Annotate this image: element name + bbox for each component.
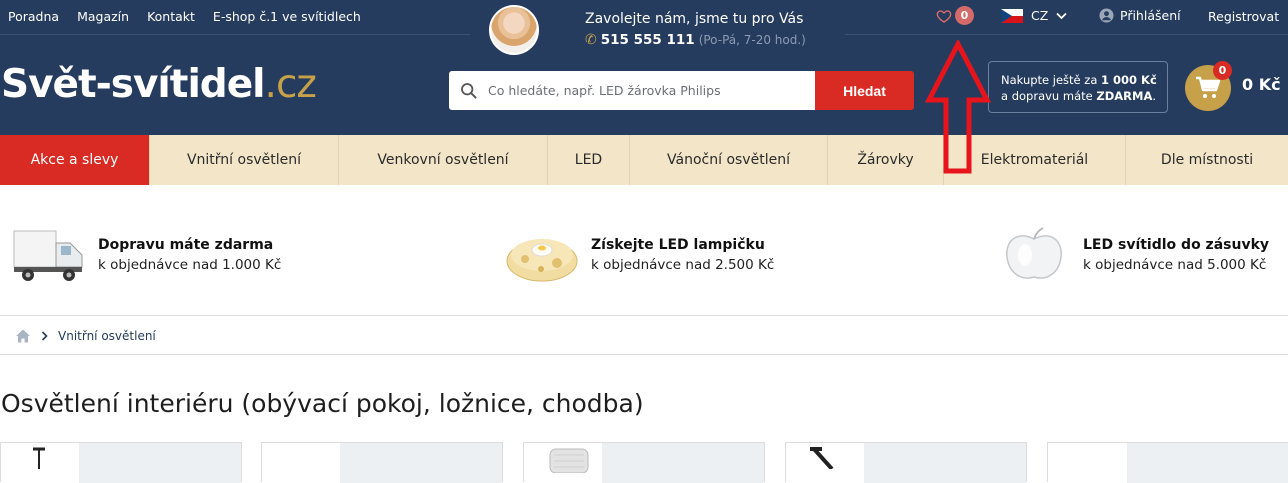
product-card[interactable] (523, 442, 765, 483)
search-input[interactable] (488, 83, 808, 98)
nav-item-vanocni[interactable]: Vánoční osvětlení (630, 135, 828, 185)
search-button[interactable]: Hledat (815, 71, 914, 110)
heart-icon[interactable] (936, 8, 952, 24)
phone-hours: (Po-Pá, 7-20 hod.) (698, 33, 806, 47)
contact-title: Zavolejte nám, jsme tu pro Vás (585, 11, 804, 27)
divider (0, 34, 470, 35)
contact-phone[interactable]: ✆ 515 555 111 (Po-Pá, 7-20 hod.) (585, 32, 806, 48)
benefit-title: Získejte LED lampičku (591, 237, 765, 253)
divider (845, 34, 1288, 35)
cart-count-badge: 0 (1213, 61, 1232, 80)
divider (0, 354, 1288, 355)
product-card[interactable] (261, 442, 503, 483)
support-avatar (489, 5, 539, 55)
search-icon (461, 82, 477, 99)
nav-item-led[interactable]: LED (548, 135, 630, 185)
top-link-kontakt[interactable]: Kontakt (147, 9, 195, 24)
freeship-text: . (1152, 89, 1156, 103)
chevron-right-icon (41, 331, 48, 341)
register-link[interactable]: Registrovat (1208, 9, 1279, 24)
top-link-eshop[interactable]: E-shop č.1 ve svítidlech (213, 9, 361, 24)
chevron-down-icon (1056, 12, 1067, 19)
nav-item-akce[interactable]: Akce a slevy (0, 135, 150, 185)
login-label: Přihlášení (1120, 8, 1181, 23)
product-image (810, 447, 834, 469)
red-arrow-annotation (924, 40, 992, 174)
product-image (864, 443, 1026, 483)
nav-item-venkovni[interactable]: Venkovní osvětlení (339, 135, 548, 185)
page-title: Osvětlení interiéru (obývací pokoj, ložn… (1, 389, 644, 418)
divider (0, 315, 1288, 316)
apple-lamp-icon (1006, 227, 1062, 279)
freeship-text: a dopravu máte (1001, 89, 1097, 103)
freeship-text: Nakupte ještě za (1001, 73, 1102, 87)
language-selector[interactable]: CZ (1001, 8, 1067, 23)
phone-icon: ✆ (585, 32, 597, 48)
freeship-amount: 1 000 Kč (1101, 73, 1157, 87)
home-icon[interactable] (15, 328, 31, 344)
product-image (549, 448, 589, 473)
product-card[interactable] (1047, 442, 1288, 483)
led-lamp-icon (506, 239, 578, 282)
benefit-free-shipping: Dopravu máte zdarma k objednávce nad 1.0… (12, 225, 281, 285)
user-icon (1099, 8, 1114, 23)
cart-icon (1196, 76, 1221, 98)
site-logo[interactable]: Svět-svítidel.cz (1, 62, 317, 107)
phone-number[interactable]: 515 555 111 (601, 32, 695, 48)
freeship-free: ZDARMA (1096, 89, 1153, 103)
free-shipping-info: Nakupte ještě za 1 000 Kč a dopravu máte… (988, 61, 1168, 113)
product-grid (0, 442, 1288, 483)
top-link-magazin[interactable]: Magazín (77, 9, 129, 24)
category-nav: Akce a slevy Vnitřní osvětlení Venkovní … (0, 135, 1288, 185)
logo-name: Svět-svítidel (1, 62, 266, 107)
top-links: Poradna Magazín Kontakt E-shop č.1 ve sv… (8, 9, 361, 24)
breadcrumb-current[interactable]: Vnitřní osvětlení (58, 329, 156, 343)
benefit-title: Dopravu máte zdarma (98, 237, 274, 253)
nav-item-vnitrni[interactable]: Vnitřní osvětlení (150, 135, 339, 185)
product-card[interactable] (785, 442, 1027, 483)
czech-flag-icon (1001, 8, 1023, 23)
breadcrumb: Vnitřní osvětlení (15, 328, 156, 344)
header: Poradna Magazín Kontakt E-shop č.1 ve sv… (0, 0, 1288, 135)
nav-item-dle-mistnosti[interactable]: Dle místnosti (1126, 135, 1288, 185)
product-image (1127, 443, 1288, 483)
language-code: CZ (1031, 8, 1049, 23)
product-image (79, 443, 241, 483)
login-link[interactable]: Přihlášení (1099, 8, 1181, 23)
delivery-truck-icon (13, 230, 83, 281)
top-link-poradna[interactable]: Poradna (8, 9, 59, 24)
benefit-subtitle: k objednávce nad 5.000 Kč (1083, 257, 1267, 273)
product-image (340, 443, 502, 483)
search-box (449, 71, 815, 110)
product-image (33, 447, 45, 469)
benefit-led-lamp: Získejte LED lampičku k objednávce nad 2… (505, 225, 774, 285)
benefit-title: LED svítidlo do zásuvky (1083, 237, 1270, 253)
benefit-subtitle: k objednávce nad 1.000 Kč (98, 257, 282, 273)
benefit-subtitle: k objednávce nad 2.500 Kč (591, 257, 775, 273)
benefit-led-socket-light: LED svítidlo do zásuvky k objednávce nad… (997, 225, 1269, 285)
product-card[interactable] (0, 442, 242, 483)
logo-tld: .cz (264, 62, 317, 107)
product-image (602, 443, 764, 483)
wishlist-count-badge: 0 (955, 6, 974, 25)
cart-total[interactable]: 0 Kč (1242, 75, 1281, 94)
